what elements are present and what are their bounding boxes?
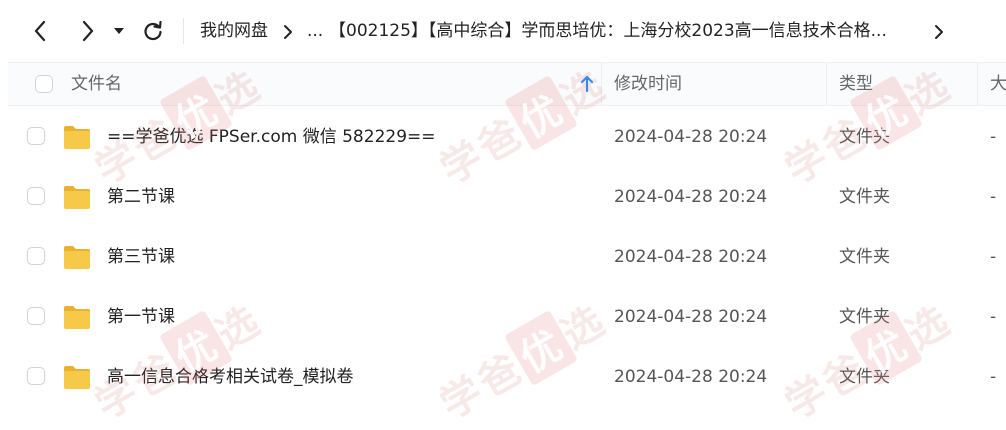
breadcrumb-root[interactable]: 我的网盘: [200, 19, 268, 43]
folder-icon: [62, 123, 92, 155]
breadcrumb-current: 【002125】【高中综合】学而思培优：上海分校2023高一信息技术合格...: [329, 21, 887, 41]
file-name[interactable]: 第二节课: [107, 185, 175, 209]
breadcrumb-separator-icon: [935, 25, 943, 39]
forward-button[interactable]: [75, 18, 101, 44]
modified-time: 2024-04-28 20:24: [614, 367, 768, 387]
table-row[interactable]: 高一信息合格考相关试卷_模拟卷 2024-04-28 20:24 文件夹 -: [8, 347, 1006, 407]
breadcrumb-separator-icon: [284, 25, 292, 39]
modified-time: 2024-04-28 20:24: [614, 127, 768, 147]
sort-ascending-icon[interactable]: [580, 75, 594, 93]
file-type: 文件夹: [839, 307, 890, 327]
caret-down-icon: [114, 28, 124, 34]
row-checkbox[interactable]: [27, 247, 45, 265]
row-checkbox[interactable]: [27, 307, 45, 325]
row-checkbox[interactable]: [27, 187, 45, 205]
refresh-button[interactable]: [140, 18, 166, 44]
refresh-icon: [144, 20, 162, 41]
file-type: 文件夹: [839, 127, 890, 147]
folder-icon: [62, 243, 92, 275]
file-name[interactable]: ==学爸优选 FPSer.com 微信 582229==: [107, 125, 436, 149]
chevron-right-icon: [82, 20, 94, 42]
column-header-modified[interactable]: 修改时间: [614, 63, 682, 105]
modified-time: 2024-04-28 20:24: [614, 247, 768, 267]
modified-time: 2024-04-28 20:24: [614, 307, 768, 327]
file-size: -: [990, 247, 997, 267]
modified-time: 2024-04-28 20:24: [614, 187, 768, 207]
column-header-name[interactable]: 文件名: [71, 63, 122, 105]
file-size: -: [990, 367, 997, 387]
column-header-type[interactable]: 类型: [839, 63, 873, 105]
chevron-left-icon: [34, 20, 46, 42]
file-size: -: [990, 127, 997, 147]
toolbar-divider: [183, 18, 184, 44]
folder-icon: [62, 303, 92, 335]
table-row[interactable]: 第三节课 2024-04-28 20:24 文件夹 -: [8, 227, 1006, 287]
column-divider[interactable]: [977, 63, 978, 105]
history-dropdown-button[interactable]: [109, 18, 129, 44]
folder-icon: [62, 183, 92, 215]
table-row[interactable]: 第一节课 2024-04-28 20:24 文件夹 -: [8, 287, 1006, 347]
table-row[interactable]: ==学爸优选 FPSer.com 微信 582229== 2024-04-28 2…: [8, 107, 1006, 167]
file-type: 文件夹: [839, 367, 890, 387]
file-type: 文件夹: [839, 247, 890, 267]
file-name[interactable]: 第一节课: [107, 305, 175, 329]
file-size: -: [990, 307, 997, 327]
file-name[interactable]: 高一信息合格考相关试卷_模拟卷: [107, 365, 354, 389]
row-checkbox[interactable]: [27, 367, 45, 385]
column-divider[interactable]: [601, 63, 602, 105]
table-header: 文件名 修改时间 类型 大: [8, 62, 1006, 106]
file-name[interactable]: 第三节课: [107, 245, 175, 269]
row-checkbox[interactable]: [27, 127, 45, 145]
column-header-size[interactable]: 大: [990, 63, 1006, 105]
table-row[interactable]: 第二节课 2024-04-28 20:24 文件夹 -: [8, 167, 1006, 227]
back-button[interactable]: [27, 18, 53, 44]
file-type: 文件夹: [839, 187, 890, 207]
breadcrumb-ellipsis[interactable]: ...: [307, 19, 323, 43]
file-size: -: [990, 187, 997, 207]
folder-icon: [62, 363, 92, 395]
column-divider[interactable]: [826, 63, 827, 105]
select-all-checkbox[interactable]: [35, 75, 53, 93]
toolbar: 我的网盘 ... 【002125】【高中综合】学而思培优：上海分校2023高一信…: [0, 0, 1006, 62]
